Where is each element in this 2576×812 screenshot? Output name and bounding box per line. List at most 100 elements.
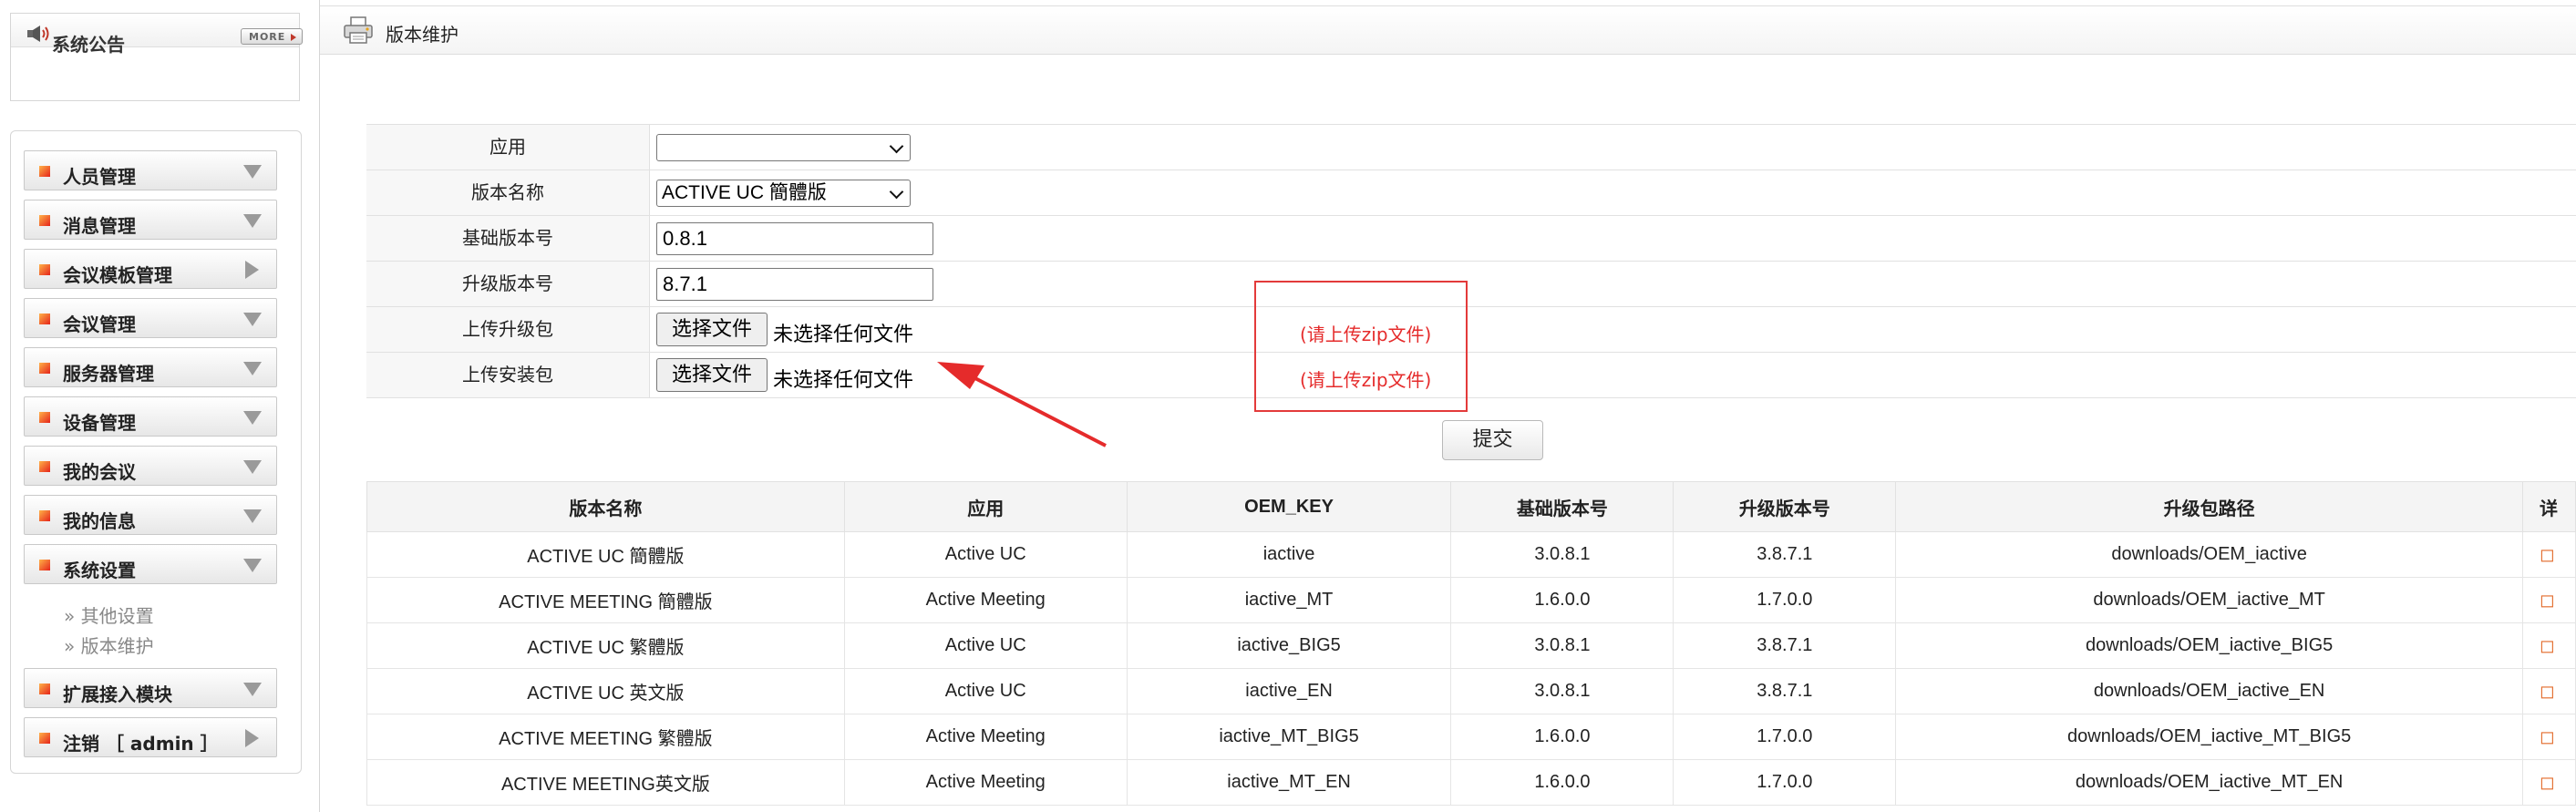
sidebar-subitem-version-maintenance[interactable]: » 版本维护 bbox=[64, 632, 154, 658]
cell-version-name: ACTIVE UC 繁體版 bbox=[366, 622, 845, 669]
form-row-version-name: 版本名称 ACTIVE UC 簡體版 bbox=[366, 170, 2576, 215]
bullet-square-icon bbox=[39, 684, 50, 694]
upgrade-package-file-status: 未选择任何文件 bbox=[773, 324, 914, 346]
chevron-down-icon bbox=[243, 683, 262, 696]
sidebar-item-label: 系统设置 bbox=[63, 560, 136, 581]
cell-base-version: 3.0.8.1 bbox=[1450, 668, 1674, 714]
bullet-square-icon bbox=[39, 363, 50, 374]
cell-base-version: 1.6.0.0 bbox=[1450, 577, 1674, 623]
more-button[interactable]: MORE bbox=[241, 28, 303, 45]
app-select[interactable] bbox=[656, 134, 911, 161]
sidebar-item-messages[interactable]: 消息管理 bbox=[24, 200, 277, 240]
edit-icon[interactable]: ◻ bbox=[2521, 759, 2576, 806]
form-row-base-version: 基础版本号 0.8.1 bbox=[366, 215, 2576, 261]
bullet-square-icon bbox=[39, 166, 50, 177]
sidebar-item-logout[interactable]: 注销 ［ admin ］ bbox=[24, 717, 277, 757]
table-header-row: 版本名称 应用 OEM_KEY 基础版本号 升级版本号 升级包路径 详 bbox=[366, 481, 2576, 532]
base-version-input[interactable]: 0.8.1 bbox=[656, 222, 933, 255]
cell-upgrade-version: 1.7.0.0 bbox=[1673, 759, 1897, 806]
cell-version-name: ACTIVE UC 簡體版 bbox=[366, 531, 845, 578]
sidebar-item-label: 我的会议 bbox=[63, 461, 136, 483]
upgrade-version-input[interactable]: 8.7.1 bbox=[656, 268, 933, 301]
upgrade-version-label: 升级版本号 bbox=[366, 262, 650, 306]
sidebar-item-label: 人员管理 bbox=[63, 166, 136, 188]
annotation-highlight-box bbox=[1254, 281, 1468, 412]
chevron-right-icon bbox=[245, 261, 259, 279]
chevron-down-icon bbox=[243, 313, 262, 326]
cell-upgrade-version: 1.7.0.0 bbox=[1673, 577, 1897, 623]
cell-version-name: ACTIVE UC 英文版 bbox=[366, 668, 845, 714]
printer-icon bbox=[344, 16, 373, 44]
chevron-down-icon bbox=[889, 139, 904, 154]
bullet-square-icon bbox=[39, 313, 50, 324]
notice-header: 系统公告 MORE bbox=[11, 14, 303, 56]
install-package-choose-button[interactable]: 选择文件 bbox=[656, 358, 768, 392]
cell-upgrade-path: downloads/OEM_iactive_MT bbox=[1895, 577, 2523, 623]
edit-icon[interactable]: ◻ bbox=[2521, 668, 2576, 714]
cell-oem-key: iactive_BIG5 bbox=[1126, 622, 1452, 669]
sidebar-item-meetings[interactable]: 会议管理 bbox=[24, 298, 277, 338]
sidebar-item-devices[interactable]: 设备管理 bbox=[24, 396, 277, 437]
sidebar-item-extension-modules[interactable]: 扩展接入模块 bbox=[24, 668, 277, 708]
col-header-oem-key: OEM_KEY bbox=[1126, 481, 1452, 532]
col-header-version-name: 版本名称 bbox=[366, 481, 845, 532]
form-row-upgrade-package: 上传升级包 选择文件 未选择任何文件 (请上传zip文件) bbox=[366, 306, 2576, 352]
sidebar-item-my-meetings[interactable]: 我的会议 bbox=[24, 446, 277, 486]
more-label: MORE bbox=[249, 31, 286, 43]
submit-button[interactable]: 提交 bbox=[1442, 420, 1543, 460]
install-package-file-status: 未选择任何文件 bbox=[773, 369, 914, 392]
cell-base-version: 1.6.0.0 bbox=[1450, 714, 1674, 760]
sidebar-item-servers[interactable]: 服务器管理 bbox=[24, 347, 277, 387]
sidebar-item-label: 我的信息 bbox=[63, 510, 136, 532]
cell-upgrade-path: downloads/OEM_iactive bbox=[1895, 531, 2523, 578]
cell-oem-key: iactive_EN bbox=[1126, 668, 1452, 714]
cell-upgrade-version: 1.7.0.0 bbox=[1673, 714, 1897, 760]
sidebar-item-meeting-templates[interactable]: 会议模板管理 bbox=[24, 249, 277, 289]
cell-app: Active Meeting bbox=[843, 759, 1128, 806]
page-header: 版本维护 bbox=[320, 5, 2576, 55]
sidebar-item-staff[interactable]: 人员管理 bbox=[24, 150, 277, 190]
upgrade-package-choose-button[interactable]: 选择文件 bbox=[656, 313, 768, 346]
chevron-down-icon bbox=[243, 362, 262, 375]
col-header-upgrade-version: 升级版本号 bbox=[1673, 481, 1897, 532]
form-row-upgrade-version: 升级版本号 8.7.1 bbox=[366, 261, 2576, 306]
bullet-square-icon bbox=[39, 560, 50, 570]
table-row: ACTIVE MEETING 簡體版 Active Meeting iactiv… bbox=[366, 577, 2576, 623]
notice-panel: 系统公告 MORE bbox=[10, 13, 303, 101]
chevron-down-icon bbox=[243, 559, 262, 572]
sidebar-item-label: 注销 ［ admin ］ bbox=[63, 733, 219, 755]
table-row: ACTIVE UC 繁體版 Active UC iactive_BIG5 3.0… bbox=[366, 622, 2576, 669]
edit-icon[interactable]: ◻ bbox=[2521, 622, 2576, 669]
bullet-square-icon bbox=[39, 215, 50, 226]
version-name-value: ACTIVE UC 簡體版 bbox=[662, 182, 827, 203]
edit-icon[interactable]: ◻ bbox=[2521, 577, 2576, 623]
sidebar-subitem-other-settings[interactable]: » 其他设置 bbox=[64, 601, 154, 628]
sidebar-item-label: 会议管理 bbox=[63, 313, 136, 335]
table-row: ACTIVE UC 簡體版 Active UC iactive 3.0.8.1 … bbox=[366, 531, 2576, 578]
version-name-select[interactable]: ACTIVE UC 簡體版 bbox=[656, 180, 911, 207]
sidebar-item-system-settings[interactable]: 系统设置 bbox=[24, 544, 277, 584]
cell-oem-key: iactive_MT_BIG5 bbox=[1126, 714, 1452, 760]
cell-upgrade-version: 3.8.7.1 bbox=[1673, 622, 1897, 669]
edit-icon[interactable]: ◻ bbox=[2521, 531, 2576, 578]
sidebar-item-label: 扩展接入模块 bbox=[63, 684, 172, 705]
sidebar-item-my-info[interactable]: 我的信息 bbox=[24, 495, 277, 535]
cell-oem-key: iactive_MT bbox=[1126, 577, 1452, 623]
col-header-upgrade-path: 升级包路径 bbox=[1895, 481, 2523, 532]
sidebar-item-label: 会议模板管理 bbox=[63, 264, 172, 286]
annotation-arrow-icon bbox=[937, 362, 1107, 447]
bullet-square-icon bbox=[39, 733, 50, 744]
base-version-label: 基础版本号 bbox=[366, 216, 650, 261]
page-title: 版本维护 bbox=[386, 24, 459, 46]
chevron-down-icon bbox=[243, 460, 262, 474]
bullet-square-icon bbox=[39, 461, 50, 472]
play-icon bbox=[291, 34, 296, 41]
upgrade-package-label: 上传升级包 bbox=[366, 307, 650, 352]
cell-app: Active UC bbox=[843, 622, 1128, 669]
cell-base-version: 3.0.8.1 bbox=[1450, 622, 1674, 669]
speaker-icon bbox=[27, 26, 49, 42]
cell-app: Active UC bbox=[843, 668, 1128, 714]
version-name-label: 版本名称 bbox=[366, 170, 650, 215]
edit-icon[interactable]: ◻ bbox=[2521, 714, 2576, 760]
chevron-down-icon bbox=[243, 509, 262, 523]
